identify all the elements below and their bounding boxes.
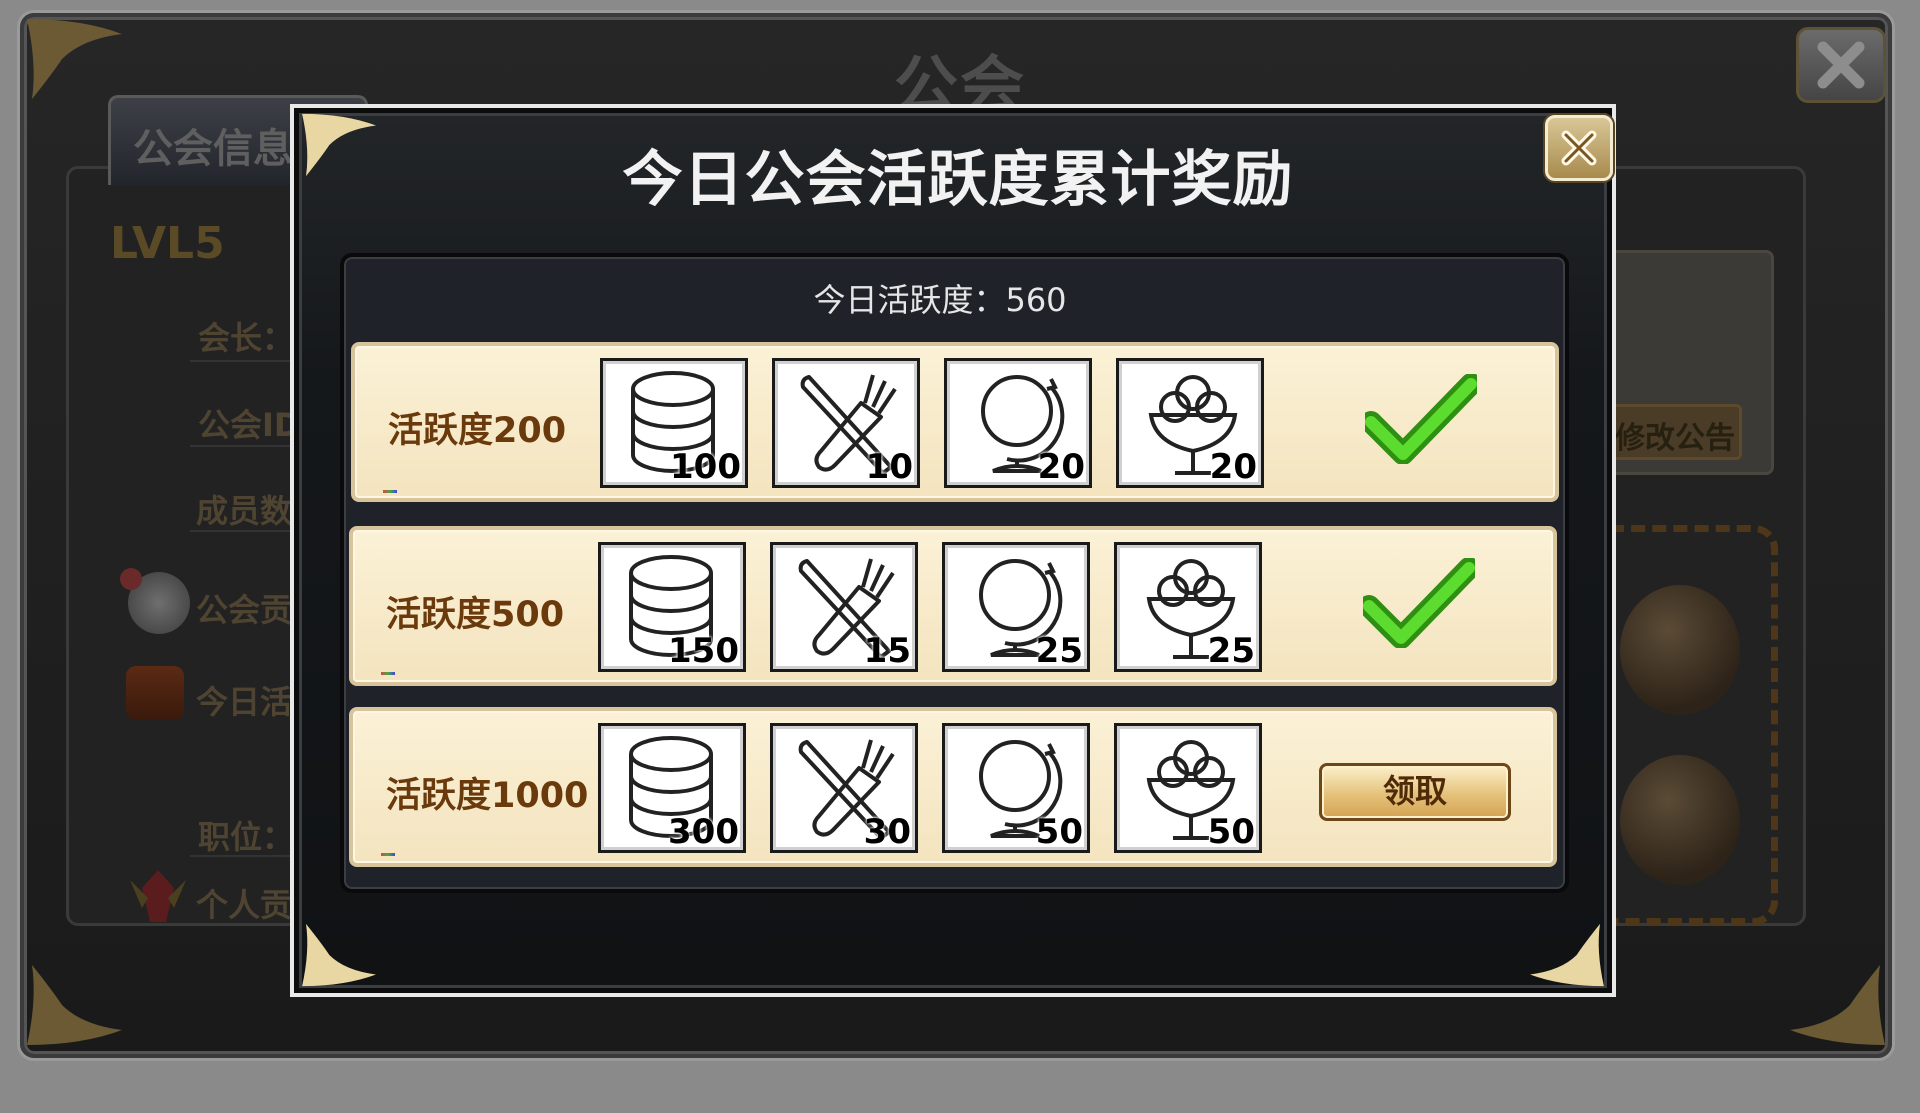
tier-label: 活跃度200: [388, 411, 567, 451]
corner-ornament-icon: [302, 923, 376, 987]
close-icon: [1817, 41, 1865, 89]
leader-label: 会长：: [198, 319, 295, 357]
reward-count: 10: [865, 447, 913, 487]
reward-item[interactable]: 30: [770, 723, 918, 853]
members-label: 成员数: [196, 492, 293, 530]
reward-item[interactable]: 300: [598, 723, 746, 853]
reward-item[interactable]: 20: [1116, 358, 1264, 488]
reward-count: 15: [863, 631, 911, 671]
claim-button[interactable]: 领取: [1319, 763, 1511, 821]
reward-count: 100: [670, 447, 741, 487]
close-icon: [1561, 130, 1597, 166]
reward-item[interactable]: 50: [942, 723, 1090, 853]
reward-item[interactable]: 25: [942, 542, 1090, 672]
reward-count: 30: [863, 812, 911, 852]
guild-window-close-button[interactable]: [1796, 27, 1886, 103]
reward-count: 300: [668, 812, 739, 852]
contribution-label: 公会贡: [196, 591, 293, 629]
reward-tier-row: 活跃度1000 300 30 50 50 领取: [349, 707, 1557, 867]
reward-count: 50: [1207, 812, 1255, 852]
crystal-icon: [130, 870, 186, 922]
reward-item[interactable]: 20: [944, 358, 1092, 488]
reward-count: 150: [668, 631, 739, 671]
game-screen: 公会 公会信息 LVL5 会长： 公会ID 成员数 公会贡 今日活 职位： 个人…: [0, 0, 1920, 1113]
dialog-close-button[interactable]: [1545, 115, 1613, 181]
blessing-item[interactable]: [1620, 585, 1740, 715]
reward-item[interactable]: 100: [600, 358, 748, 488]
checkmark-icon: [1363, 558, 1475, 648]
reward-count: 25: [1207, 631, 1255, 671]
reward-item[interactable]: 15: [770, 542, 918, 672]
treasure-chest-icon: [126, 666, 184, 720]
today-activity-value: 今日活跃度：560: [813, 281, 1067, 319]
checkmark-icon: [1365, 374, 1477, 464]
reward-count: 25: [1035, 631, 1083, 671]
reward-count: 20: [1209, 447, 1257, 487]
tier-label: 活跃度1000: [386, 776, 589, 816]
guild-level: LVL5: [110, 218, 225, 269]
corner-ornament-icon: [302, 113, 376, 177]
dialog-title: 今日公会活跃度累计奖励: [622, 145, 1294, 215]
blessing-item[interactable]: [1620, 755, 1740, 885]
badge-dot-icon: [120, 568, 142, 590]
personal-contribution-label: 个人贡: [196, 886, 293, 924]
corner-ornament-icon: [27, 965, 122, 1045]
reward-item[interactable]: 50: [1114, 723, 1262, 853]
reward-count: 50: [1035, 812, 1083, 852]
edit-notice-button[interactable]: 修改公告: [1602, 404, 1742, 460]
reward-item[interactable]: 10: [772, 358, 920, 488]
reward-item[interactable]: 150: [598, 542, 746, 672]
today-activity-label: 今日活: [196, 683, 293, 721]
tier-label: 活跃度500: [386, 595, 565, 635]
corner-ornament-icon: [27, 19, 122, 99]
guild-id-label: 公会ID: [198, 406, 301, 444]
corner-ornament-icon: [1530, 923, 1604, 987]
reward-item[interactable]: 25: [1114, 542, 1262, 672]
position-label: 职位：: [198, 818, 295, 856]
reward-count: 20: [1037, 447, 1085, 487]
corner-ornament-icon: [1790, 965, 1885, 1045]
reward-tier-row: 活跃度500 150 15 25 25: [349, 526, 1557, 686]
reward-tier-row: 活跃度200 100 10 20 20: [351, 342, 1559, 502]
